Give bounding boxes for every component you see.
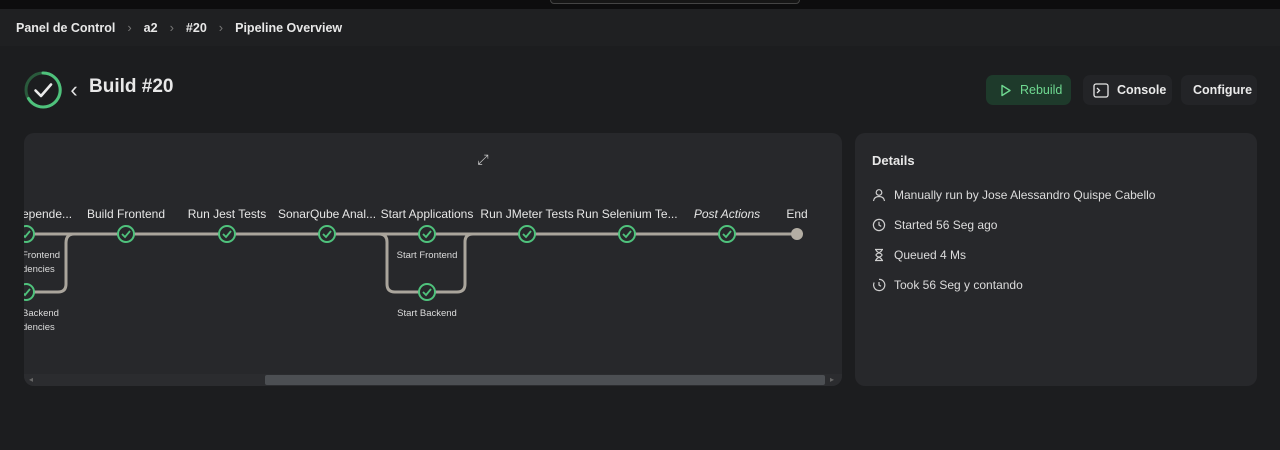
- stage-node-post-actions[interactable]: [718, 225, 736, 243]
- top-search-box[interactable]: [550, 0, 800, 4]
- detail-text: Manually run by Jose Alessandro Quispe C…: [894, 188, 1156, 202]
- scroll-left-icon[interactable]: ◂: [26, 374, 36, 386]
- terminal-icon: [1093, 82, 1109, 98]
- detail-row-took: Took 56 Seg y contando: [872, 278, 1023, 292]
- detail-text: Took 56 Seg y contando: [894, 278, 1023, 292]
- page-title: Build #20: [89, 76, 174, 97]
- stage-label: epende...: [24, 207, 72, 221]
- stage-label: Post Actions: [694, 207, 760, 221]
- stage-node-run-jmeter-tests[interactable]: [518, 225, 536, 243]
- breadcrumb-separator-icon: ›: [127, 20, 132, 35]
- hourglass-icon: [875, 248, 883, 262]
- stage-node-sonarqube[interactable]: [318, 225, 336, 243]
- detail-row-run-by: Manually run by Jose Alessandro Quispe C…: [872, 188, 1155, 202]
- parallel-label: Backend: [24, 308, 59, 319]
- parallel-label: dencies: [24, 264, 55, 275]
- stage-node-run-selenium-tests[interactable]: [618, 225, 636, 243]
- parallel-label: Start Frontend: [397, 250, 458, 261]
- pipeline-graph-panel: ⤢ epende... Build Frontend Run Jest Test…: [24, 133, 842, 386]
- parallel-label: Start Backend: [397, 308, 457, 319]
- stage-label: Run Jest Tests: [188, 207, 266, 221]
- stage-label: Start Applications: [381, 207, 474, 221]
- stage-node-build-frontend[interactable]: [117, 225, 135, 243]
- breadcrumb-item-pipeline-overview[interactable]: Pipeline Overview: [235, 21, 342, 35]
- parallel-label: dencies: [24, 322, 55, 333]
- back-chevron-icon[interactable]: ‹: [64, 78, 84, 102]
- parallel-label: Frontend: [24, 250, 60, 261]
- detail-text: Queued 4 Ms: [894, 248, 967, 262]
- stage-node-install-frontend[interactable]: [24, 225, 35, 243]
- detail-text: Started 56 Seg ago: [894, 218, 998, 232]
- pipeline-connectors: [24, 232, 797, 294]
- play-icon: [1001, 84, 1011, 96]
- configure-label: Configure: [1193, 83, 1253, 97]
- breadcrumb-item-dashboard[interactable]: Panel de Control: [16, 21, 115, 35]
- user-icon: [872, 189, 886, 202]
- scroll-right-icon[interactable]: ▸: [827, 374, 837, 386]
- details-heading: Details: [872, 153, 915, 168]
- configure-button[interactable]: Configure: [1181, 75, 1257, 105]
- pipeline-graph: epende... Build Frontend Run Jest Tests …: [24, 207, 808, 333]
- build-success-icon: [24, 71, 62, 109]
- horizontal-scrollbar[interactable]: ◂ ▸: [24, 374, 842, 386]
- detail-row-queued: Queued 4 Ms: [872, 248, 966, 262]
- detail-row-started: Started 56 Seg ago: [872, 218, 997, 232]
- rebuild-label: Rebuild: [1020, 83, 1063, 97]
- stage-node-start-backend[interactable]: [418, 283, 436, 301]
- rebuild-button[interactable]: Rebuild: [986, 75, 1071, 105]
- stage-label: SonarQube Anal...: [278, 207, 376, 221]
- stage-node-start-frontend[interactable]: [418, 225, 436, 243]
- console-label: Console: [1117, 83, 1167, 97]
- clock-icon: [872, 218, 886, 232]
- stage-node-end: [791, 228, 803, 240]
- top-bar: [0, 0, 1280, 9]
- stage-node-run-jest-tests[interactable]: [218, 225, 236, 243]
- stage-label: End: [786, 207, 807, 221]
- stage-label: Build Frontend: [87, 207, 165, 221]
- console-button[interactable]: Console: [1083, 75, 1172, 105]
- timer-icon: [873, 278, 886, 292]
- breadcrumb: Panel de Control › a2 › #20 › Pipeline O…: [0, 9, 1280, 46]
- breadcrumb-item-build[interactable]: #20: [186, 21, 207, 35]
- details-panel: Details Manually run by Jose Alessandro …: [855, 133, 1257, 386]
- breadcrumb-separator-icon: ›: [169, 20, 174, 35]
- stage-node-install-backend[interactable]: [24, 283, 35, 301]
- scrollbar-thumb[interactable]: [265, 375, 825, 385]
- stage-label: Run JMeter Tests: [480, 207, 573, 221]
- stage-nodes: [24, 225, 803, 301]
- stage-label: Run Selenium Te...: [576, 207, 677, 221]
- breadcrumb-separator-icon: ›: [218, 20, 224, 35]
- breadcrumb-item-job[interactable]: a2: [144, 21, 158, 35]
- install-branch: [24, 232, 84, 294]
- stage-labels: epende... Build Frontend Run Jest Tests …: [24, 207, 808, 333]
